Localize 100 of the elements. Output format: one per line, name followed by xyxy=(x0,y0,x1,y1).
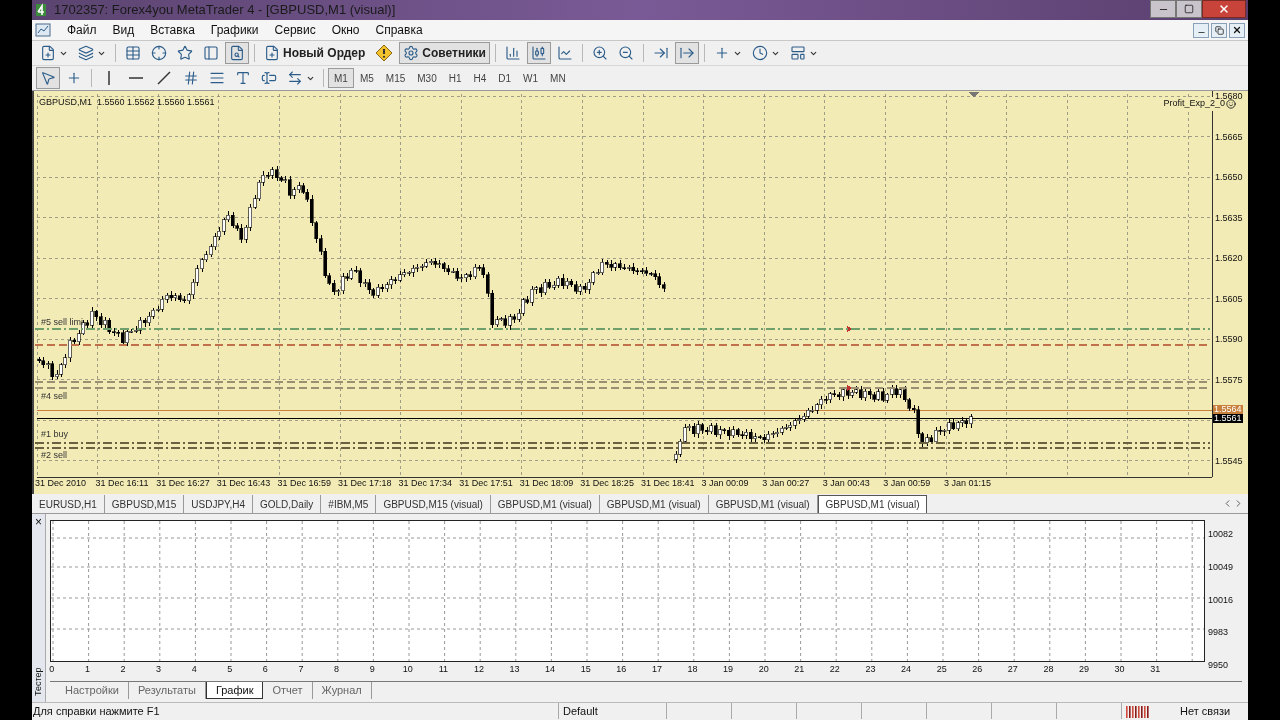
axis-label: 21 xyxy=(793,663,806,676)
price-label: 1.5635 xyxy=(1215,212,1243,223)
axis-label: 14 xyxy=(544,663,557,676)
price-label: 1.5605 xyxy=(1215,293,1243,304)
time-label: 31 Dec 16:27 xyxy=(156,477,211,490)
menu-item[interactable]: Вставка xyxy=(142,21,203,39)
axis-label: 19 xyxy=(722,663,735,676)
window-title: 1702357: Forex4you MetaTrader 4 - [GBPUSD,M1 (visual)] xyxy=(54,1,396,20)
menu-item[interactable]: Файл xyxy=(59,21,105,39)
order-label: #1 buy xyxy=(41,429,69,439)
axis-label: 13 xyxy=(508,663,521,676)
menu-item[interactable]: Графики xyxy=(202,21,267,39)
axis-label: 20 xyxy=(757,663,770,676)
axis-label: 27 xyxy=(1006,663,1019,676)
tester-tab[interactable]: Отчет xyxy=(263,681,313,699)
chart-tab[interactable]: GBPUSD,M15 xyxy=(104,495,185,513)
menu-item[interactable]: Вид xyxy=(104,21,143,39)
axis-label: 10082 xyxy=(1208,529,1234,539)
axis-label: 9983 xyxy=(1208,627,1230,638)
axis-label: 3 xyxy=(155,663,163,676)
time-label: 31 Dec 16:43 xyxy=(216,477,272,490)
chart-tab[interactable]: GBPUSD,M1 (visual) xyxy=(708,495,818,513)
close-button[interactable]: × xyxy=(35,516,42,528)
time-label: 31 Dec 2010 xyxy=(35,477,88,490)
timeframe-button[interactable]: M5 xyxy=(353,68,380,88)
time-label: 3 Jan 00:59 xyxy=(883,477,932,490)
status-help: Для справки нажмите F1 xyxy=(32,703,161,719)
axis-label: 12 xyxy=(472,663,485,676)
price-label: 1.5620 xyxy=(1215,253,1243,263)
axis-label: 24 xyxy=(900,663,913,676)
order-label: #2 sell xyxy=(41,450,67,460)
time-label: 3 Jan 00:43 xyxy=(822,477,871,490)
menu-item[interactable]: Окно xyxy=(323,21,368,39)
chart-header: GBPUSD,M1 1.5560 1.5562 1.5560 1.5561 xyxy=(39,96,215,109)
axis-label: 25 xyxy=(935,663,948,676)
axis-label: 29 xyxy=(1078,663,1090,676)
price-label: 1.5665 xyxy=(1215,131,1243,142)
tester-tab[interactable]: Настройки xyxy=(56,681,129,699)
toolbar-button[interactable]: Новый Ордер xyxy=(260,42,370,64)
tester-label: Тестер xyxy=(31,667,44,696)
status-profile: Default xyxy=(558,702,666,720)
timeframe-button[interactable]: W1 xyxy=(517,68,545,88)
axis-label: 9950 xyxy=(1208,660,1230,670)
chart-tab[interactable]: EURUSD,H1 xyxy=(32,495,105,513)
order-label: #5 sell limi xyxy=(41,317,83,327)
axis-label: 10016 xyxy=(1208,594,1234,605)
chart-tab[interactable]: GBPUSD,M1 (visual) xyxy=(599,495,709,513)
axis-label: 11 xyxy=(437,663,449,676)
price-label: 1.5575 xyxy=(1215,374,1243,385)
chart-tab[interactable]: GBPUSD,M1 (visual) xyxy=(490,495,600,513)
price-tag: 1.5561 xyxy=(1213,414,1243,423)
order-label: #4 sell xyxy=(41,391,67,401)
timeframe-button[interactable]: H1 xyxy=(442,68,468,88)
chart-tab[interactable]: #IBM,M5 xyxy=(321,495,377,513)
axis-label: 10049 xyxy=(1208,561,1234,572)
axis-label: 15 xyxy=(579,663,592,676)
time-label: 3 Jan 00:27 xyxy=(762,477,811,490)
axis-label: 23 xyxy=(864,663,877,676)
chart-tab[interactable]: USDJPY,H4 xyxy=(184,495,253,513)
timeframe-button[interactable]: MN xyxy=(544,68,572,88)
timeframe-button[interactable]: M30 xyxy=(411,68,443,88)
timeframe-button[interactable]: M1 xyxy=(328,68,354,88)
axis-label: 18 xyxy=(686,663,699,676)
time-label: 31 Dec 16:59 xyxy=(277,477,332,490)
price-label: 1.5590 xyxy=(1215,334,1243,344)
axis-label: 22 xyxy=(828,663,841,676)
axis-label: 16 xyxy=(615,663,628,676)
menu-item[interactable]: Сервис xyxy=(266,21,324,39)
axis-label: 10 xyxy=(401,663,414,676)
time-label: 31 Dec 18:41 xyxy=(640,477,696,490)
time-label: 3 Jan 00:09 xyxy=(701,477,750,490)
axis-label: 2 xyxy=(119,663,127,676)
chart-tab[interactable]: GBPUSD,M15 (visual) xyxy=(376,495,491,513)
axis-label: 9 xyxy=(368,663,376,676)
axis-label: 26 xyxy=(971,663,984,676)
axis-label: 17 xyxy=(650,663,663,676)
axis-label: 30 xyxy=(1113,663,1126,676)
chart-tab[interactable]: GBPUSD,M1 (visual) xyxy=(817,495,928,513)
time-label: 31 Dec 17:51 xyxy=(459,477,514,490)
price-label: 1.5545 xyxy=(1215,455,1243,466)
time-label: 31 Dec 17:18 xyxy=(337,477,393,490)
axis-label: 4 xyxy=(190,663,198,676)
menu-item[interactable]: Справка xyxy=(367,21,431,39)
tester-tab[interactable]: Журнал xyxy=(312,681,372,699)
time-label: 31 Dec 18:09 xyxy=(519,477,575,490)
chart-tab[interactable]: GOLD,Daily xyxy=(253,495,322,513)
axis-label: 6 xyxy=(261,663,269,676)
timeframe-button[interactable]: H4 xyxy=(467,68,493,88)
tester-tab[interactable]: График xyxy=(205,681,264,699)
toolbar-button[interactable]: Советники xyxy=(399,42,490,64)
timeframe-button[interactable]: M15 xyxy=(379,68,412,88)
price-label: 1.5650 xyxy=(1215,172,1243,182)
time-label: 31 Dec 16:11 xyxy=(95,477,150,490)
timeframe-button[interactable]: D1 xyxy=(492,68,518,88)
axis-label: 7 xyxy=(297,663,305,676)
time-label: 31 Dec 17:34 xyxy=(398,477,454,490)
axis-label: 8 xyxy=(333,663,341,676)
price-tag: 1.5564 xyxy=(1213,405,1243,414)
axis-label: 5 xyxy=(226,663,234,676)
tester-tab[interactable]: Результаты xyxy=(128,681,206,699)
